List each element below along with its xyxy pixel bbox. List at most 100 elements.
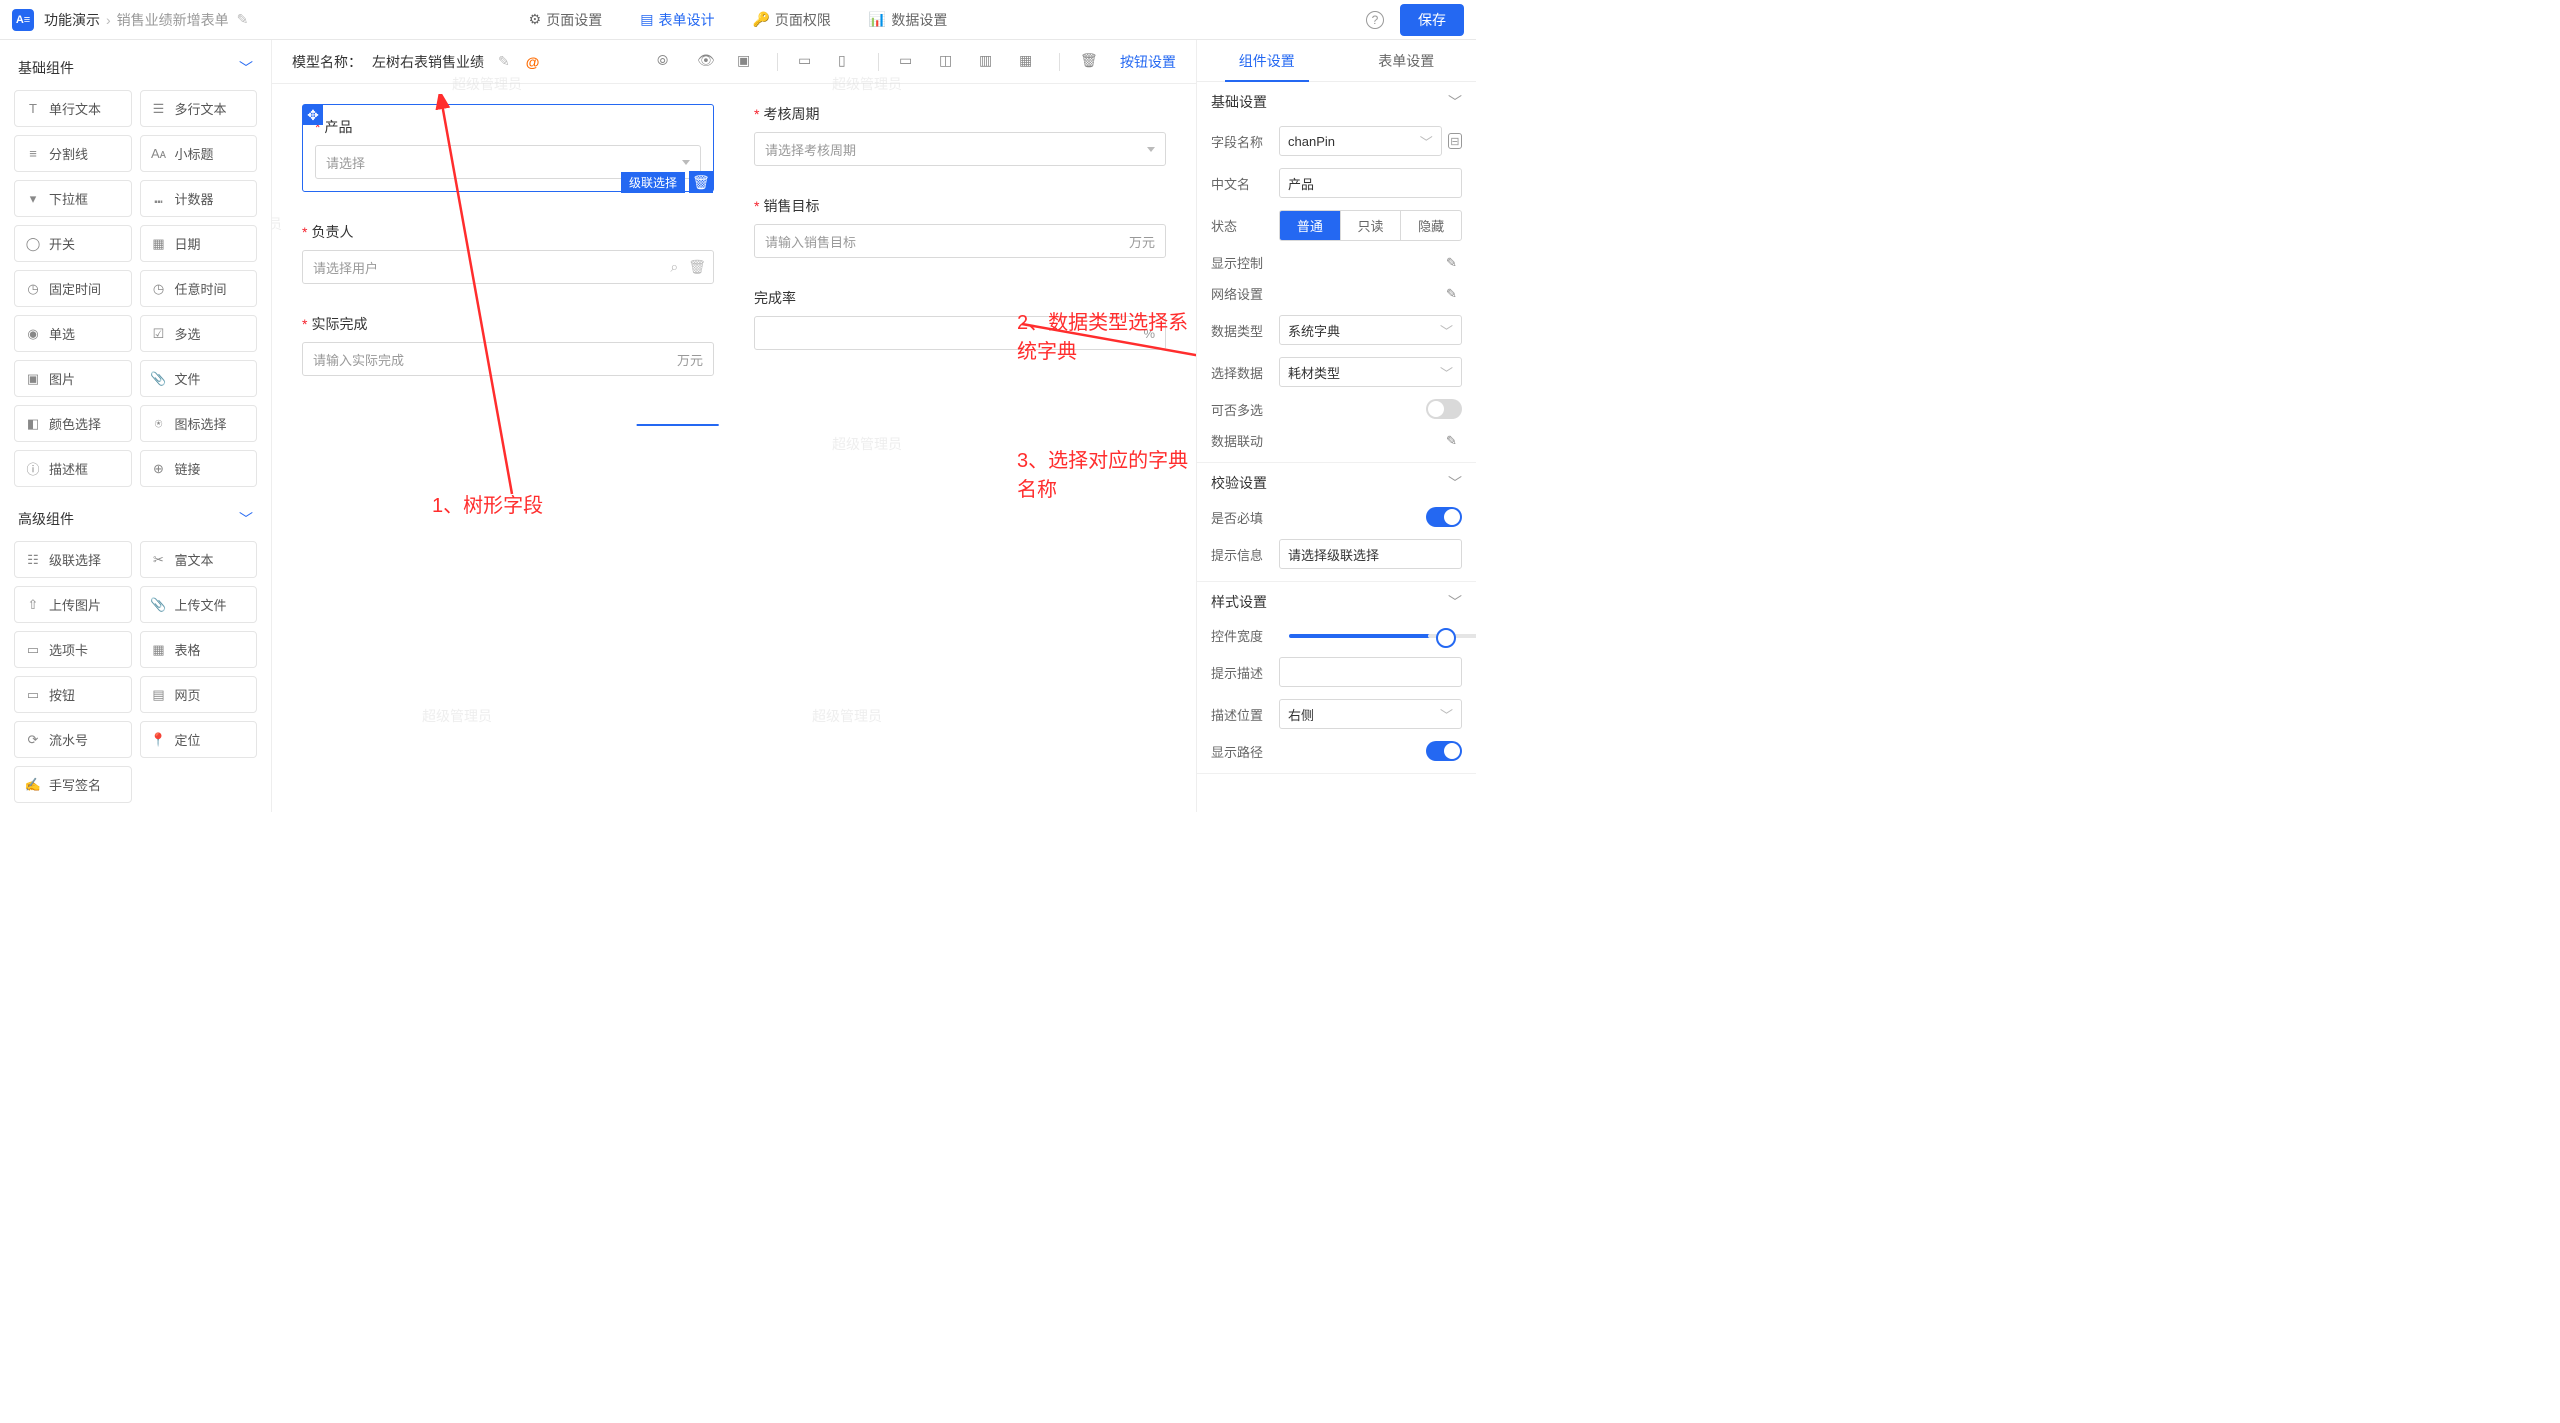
comp-color[interactable]: ◧颜色选择 — [14, 405, 132, 442]
label-select-data: 选择数据 — [1211, 363, 1271, 382]
button-settings-link[interactable]: 按钮设置 — [1120, 52, 1176, 72]
comp-image[interactable]: ▣图片 — [14, 360, 132, 397]
comp-location[interactable]: 📍定位 — [140, 721, 258, 758]
comp-cascader[interactable]: ☷级联选择 — [14, 541, 132, 578]
save-draft-icon[interactable]: ▣ — [737, 52, 757, 72]
chevron-down-icon: ﹀ — [1420, 132, 1433, 151]
state-readonly[interactable]: 只读 — [1340, 211, 1401, 240]
comp-signature[interactable]: ✍手写签名 — [14, 766, 132, 803]
move-handle-icon[interactable]: ✥ — [303, 105, 323, 125]
comp-label: 颜色选择 — [49, 414, 101, 433]
delete-icon[interactable]: 🗑 — [1080, 52, 1100, 72]
select-data-select[interactable]: 耗材类型﹀ — [1279, 357, 1462, 387]
rpanel-section-basic-header[interactable]: 基础设置 ﹀ — [1197, 82, 1476, 122]
field-kaohe-input[interactable]: 请选择考核周期 — [754, 132, 1166, 166]
comp-date[interactable]: ▦日期 — [140, 225, 258, 262]
field-fuzeren-input[interactable]: 请选择用户 — [302, 250, 714, 284]
comp-file[interactable]: 📎文件 — [140, 360, 258, 397]
comp-subtitle[interactable]: Aᴀ小标题 — [140, 135, 258, 172]
comp-any-time[interactable]: ◷任意时间 — [140, 270, 258, 307]
tablet-icon[interactable]: ▯ — [838, 52, 858, 72]
comp-serial[interactable]: ⟳流水号 — [14, 721, 132, 758]
gear-icon: ⚙ — [529, 11, 542, 28]
rpanel-tab-component[interactable]: 组件设置 — [1197, 40, 1337, 81]
at-icon[interactable]: @ — [526, 54, 540, 70]
desc-input[interactable] — [1279, 657, 1462, 687]
signature-icon: ✍ — [25, 777, 41, 793]
col3-icon[interactable]: ▥ — [979, 52, 999, 72]
sidegroup-basic-header[interactable]: 基础组件 ﹀ — [8, 50, 263, 86]
show-path-switch[interactable] — [1426, 741, 1462, 761]
select-value: 耗材类型 — [1288, 363, 1340, 382]
comp-fixed-time[interactable]: ◷固定时间 — [14, 270, 132, 307]
rpanel-section-validate-header[interactable]: 校验设置 ﹀ — [1197, 463, 1476, 503]
data-type-select[interactable]: 系统字典﹀ — [1279, 315, 1462, 345]
comp-tabs[interactable]: ▭选项卡 — [14, 631, 132, 668]
comp-desc[interactable]: ⓘ描述框 — [14, 450, 132, 487]
tab-form-label: 表单设计 — [658, 10, 714, 30]
col4-icon[interactable]: ▦ — [1019, 52, 1039, 72]
comp-switch[interactable]: ◯开关 — [14, 225, 132, 262]
upload-image-icon: ⇧ — [25, 597, 41, 613]
field-kaohe-label: *考核周期 — [754, 104, 1166, 124]
annotation-3: 3、选择对应的字典名称 — [1017, 444, 1196, 502]
form-icon: ▤ — [640, 11, 653, 28]
width-slider[interactable] — [1289, 634, 1452, 638]
save-button[interactable]: 保存 — [1400, 4, 1464, 36]
pencil-icon[interactable]: ✎ — [237, 11, 249, 28]
field-wancheng-input[interactable]: % — [754, 316, 1166, 350]
comp-upload-image[interactable]: ⇧上传图片 — [14, 586, 132, 623]
toolbar-divider — [777, 53, 778, 71]
desktop-icon[interactable]: ▭ — [798, 52, 818, 72]
paperclip-icon: 📎 — [151, 371, 167, 387]
hint-input[interactable]: 请选择级联选择 — [1279, 539, 1462, 569]
comp-webpage[interactable]: ▤网页 — [140, 676, 258, 713]
state-normal[interactable]: 普通 — [1280, 211, 1340, 240]
comp-richtext[interactable]: ✂富文本 — [140, 541, 258, 578]
preview-icon[interactable]: 👁 — [697, 52, 717, 72]
rpanel-tab-form[interactable]: 表单设置 — [1337, 40, 1477, 81]
field-shiji-input[interactable]: 请输入实际完成万元 — [302, 342, 714, 376]
fieldname-select[interactable]: chanPin﹀ — [1279, 126, 1442, 156]
comp-radio[interactable]: ◉单选 — [14, 315, 132, 352]
clock2-icon: ◷ — [151, 281, 167, 297]
comp-select[interactable]: ▾下拉框 — [14, 180, 132, 217]
comp-label: 分割线 — [49, 144, 88, 163]
help-icon[interactable]: ? — [1366, 11, 1384, 29]
comp-single-text[interactable]: T单行文本 — [14, 90, 132, 127]
state-hidden[interactable]: 隐藏 — [1400, 211, 1461, 240]
field-product-selected[interactable]: ✥ *产品 请选择 级联选择 🗑 — [302, 104, 714, 192]
comp-button[interactable]: ▭按钮 — [14, 676, 132, 713]
sidegroup-advanced-header[interactable]: 高级组件 ﹀ — [8, 501, 263, 537]
multi-switch[interactable] — [1426, 399, 1462, 419]
fieldname-ext-icon[interactable]: ⊟ — [1448, 133, 1462, 149]
required-switch[interactable] — [1426, 507, 1462, 527]
comp-counter[interactable]: ⑉计数器 — [140, 180, 258, 217]
model-edit-icon[interactable]: ✎ — [498, 53, 510, 70]
col2-icon[interactable]: ◫ — [939, 52, 959, 72]
comp-table[interactable]: ▦表格 — [140, 631, 258, 668]
edit-icon[interactable]: ✎ — [1446, 255, 1462, 271]
clear-icon[interactable]: 🗑 — [688, 259, 706, 276]
select-value: 系统字典 — [1288, 321, 1340, 340]
comp-divider[interactable]: ≡分割线 — [14, 135, 132, 172]
edit-icon[interactable]: ✎ — [1446, 286, 1462, 302]
subtitle-icon: Aᴀ — [151, 146, 167, 162]
desc-pos-select[interactable]: 右侧﹀ — [1279, 699, 1462, 729]
col1-icon[interactable]: ▭ — [899, 52, 919, 72]
globe-icon: ⊕ — [151, 461, 167, 477]
comp-checkbox[interactable]: ☑多选 — [140, 315, 258, 352]
comp-label: 富文本 — [175, 550, 214, 569]
delete-field-icon[interactable]: 🗑 — [689, 171, 713, 193]
comp-upload-file[interactable]: 📎上传文件 — [140, 586, 258, 623]
rpanel-section-style-header[interactable]: 样式设置 ﹀ — [1197, 582, 1476, 622]
comp-icon-picker[interactable]: ⍟图标选择 — [140, 405, 258, 442]
breadcrumb-root[interactable]: 功能演示 — [44, 10, 100, 30]
comp-link[interactable]: ⊕链接 — [140, 450, 258, 487]
comp-multi-text[interactable]: ☰多行文本 — [140, 90, 258, 127]
search-icon[interactable]: ⌕ — [670, 259, 678, 276]
cn-name-input[interactable]: 产品 — [1279, 168, 1462, 198]
edit-icon[interactable]: ✎ — [1446, 433, 1462, 449]
field-xiaoshou-input[interactable]: 请输入销售目标万元 — [754, 224, 1166, 258]
link-icon[interactable]: ⦾ — [657, 52, 677, 72]
